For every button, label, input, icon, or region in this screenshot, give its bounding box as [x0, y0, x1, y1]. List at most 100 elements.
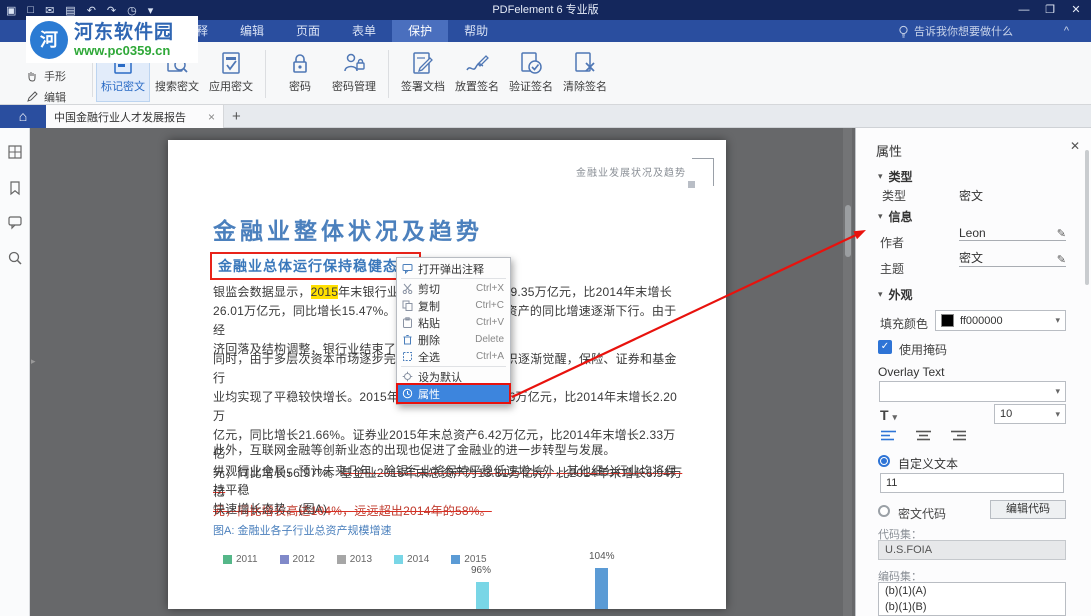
password-label: 密码 [289, 78, 311, 94]
password-manage-icon [341, 50, 367, 76]
verify-signature-button[interactable]: 验证签名 [504, 46, 558, 102]
author-label: 作者 [880, 234, 904, 251]
menu-item-properties[interactable]: 属性 [398, 385, 509, 402]
clear-signature-icon [572, 50, 598, 76]
site-logo: 河 [30, 21, 68, 59]
menu-item-select-all[interactable]: 全选 Ctrl+A [398, 348, 509, 365]
clear-signature-button[interactable]: 清除签名 [558, 46, 612, 102]
sign-document-icon [410, 50, 436, 76]
verify-signature-icon [518, 50, 544, 76]
author-field[interactable]: Leon ✎ [959, 224, 1066, 241]
menu-item-cut[interactable]: 剪切 Ctrl+X [398, 280, 509, 297]
toolbar-group-separator [265, 50, 266, 98]
redaction-code-radio[interactable] [878, 505, 890, 517]
document-scrollbar-track[interactable] [843, 128, 852, 616]
use-mask-label: 使用掩码 [899, 341, 947, 358]
pdfelement-window: ▣ □ ✉ ▤ ↶ ↷ ◷ ▾ PDFelement 6 专业版 — ❐ ✕ 注… [0, 0, 1091, 616]
place-signature-label: 放置签名 [455, 78, 499, 94]
code-set-field: U.S.FOIA [878, 540, 1066, 560]
menu-shortcut: Ctrl+A [476, 351, 504, 362]
thumbnails-panel-button[interactable] [7, 144, 23, 160]
pencil-icon [26, 91, 38, 103]
align-left-button[interactable] [881, 430, 896, 442]
search-redaction-label: 搜索密文 [155, 78, 199, 94]
bar-value-label: 96% [471, 565, 491, 576]
close-tab-icon[interactable]: × [208, 110, 215, 124]
edit-code-button[interactable]: 编辑代码 [990, 500, 1066, 519]
chart-legend: 2011 2012 2013 2014 2015 [223, 554, 487, 565]
custom-text-label: 自定义文本 [898, 455, 958, 472]
assistant-hint-text: 告诉我你想要做什么 [914, 23, 1013, 39]
tell-me-assistant[interactable]: 告诉我你想要做什么 [898, 20, 1013, 42]
password-manage-button[interactable]: 密码管理 [327, 46, 381, 102]
edit-pencil-icon[interactable]: ✎ [1057, 253, 1066, 266]
cut-icon [402, 283, 413, 294]
section-appearance[interactable]: ▾ 外观 [878, 286, 913, 303]
subject-field[interactable]: 密文 ✎ [959, 250, 1066, 267]
navigation-rail [0, 128, 30, 616]
hand-tool[interactable]: 手形 [26, 66, 66, 85]
text-align-buttons [881, 430, 966, 442]
minimize-button[interactable]: — [1011, 0, 1037, 20]
close-button[interactable]: ✕ [1063, 0, 1089, 20]
align-right-button[interactable] [951, 430, 966, 442]
mark-redaction-label: 标记密文 [101, 78, 145, 94]
tab-edit[interactable]: 编辑 [224, 20, 280, 42]
tab-help[interactable]: 帮助 [448, 20, 504, 42]
menu-item-set-default[interactable]: 设为默认 [398, 368, 509, 385]
edit-pencil-icon[interactable]: ✎ [1057, 227, 1066, 240]
comments-panel-button[interactable] [7, 214, 23, 230]
site-watermark: 河 河东软件园 www.pc0359.cn [26, 16, 198, 63]
section-type[interactable]: ▾ 类型 [878, 168, 913, 185]
sign-document-button[interactable]: 签署文档 [396, 46, 450, 102]
edit-tool[interactable]: 编辑 [26, 87, 66, 106]
panel-scrollbar-handle[interactable] [1085, 150, 1089, 285]
new-tab-button[interactable]: + [232, 105, 241, 128]
place-signature-button[interactable]: 放置签名 [450, 46, 504, 102]
overlay-text-dropdown[interactable]: ▾ [879, 381, 1066, 402]
tab-form[interactable]: 表单 [336, 20, 392, 42]
align-center-button[interactable] [916, 430, 931, 442]
menu-item-delete[interactable]: 删除 Delete [398, 331, 509, 348]
maximize-button[interactable]: ❐ [1037, 0, 1063, 20]
clear-signature-label: 清除签名 [563, 78, 607, 94]
chevron-down-icon: ▾ [878, 171, 883, 182]
document-tab[interactable]: 中国金融行业人才发展报告 × [46, 105, 224, 128]
section-info[interactable]: ▾ 信息 [878, 208, 913, 225]
highlighted-text: 2015 [311, 285, 339, 299]
home-button[interactable]: ⌂ [0, 105, 46, 128]
panel-expand-handle[interactable]: ▸ [31, 356, 36, 367]
fill-color-dropdown[interactable]: ff000000 ▾ [935, 310, 1066, 331]
encode-set-option[interactable]: (b)(1)(B) [879, 599, 1065, 615]
font-size-value: 10 [1000, 408, 1012, 420]
encode-set-option[interactable]: (b)(1)(A) [879, 583, 1065, 599]
collapse-ribbon-button[interactable]: ^ [1064, 20, 1069, 42]
chevron-down-icon: ▾ [1055, 409, 1060, 420]
font-button[interactable]: T ▾ [880, 407, 897, 423]
search-panel-button[interactable] [7, 250, 23, 266]
panel-close-icon[interactable]: ✕ [1070, 139, 1080, 153]
legend-swatch [223, 555, 232, 564]
custom-text-input[interactable] [880, 473, 1064, 493]
color-swatch [941, 314, 954, 327]
fill-color-value: ff000000 [960, 315, 1003, 327]
tab-page[interactable]: 页面 [280, 20, 336, 42]
custom-text-radio[interactable] [878, 455, 890, 467]
password-button[interactable]: 密码 [273, 46, 327, 102]
password-lock-icon [287, 50, 313, 76]
bookmarks-panel-button[interactable] [7, 180, 23, 196]
document-scrollbar-handle[interactable] [845, 205, 851, 257]
menu-item-open-popup-note[interactable]: 打开弹出注释 [398, 260, 509, 277]
font-size-dropdown[interactable]: 10 ▾ [994, 404, 1066, 424]
tab-protect[interactable]: 保护 [392, 20, 448, 42]
menu-item-copy[interactable]: 复制 Ctrl+C [398, 297, 509, 314]
apply-redaction-button[interactable]: 应用密文 [204, 46, 258, 102]
encode-set-listbox: (b)(1)(A) (b)(1)(B) [878, 582, 1066, 616]
redaction-annotation-subtitle[interactable]: 金融业总体运行保持稳健态势 [210, 252, 421, 280]
type-label: 类型 [882, 187, 906, 204]
legend-swatch [337, 555, 346, 564]
edit-tool-label: 编辑 [44, 89, 66, 105]
context-menu: 打开弹出注释 剪切 Ctrl+X 复制 Ctrl+C [396, 257, 511, 405]
use-mask-checkbox[interactable]: ✓ [878, 340, 892, 354]
menu-item-paste[interactable]: 粘贴 Ctrl+V [398, 314, 509, 331]
